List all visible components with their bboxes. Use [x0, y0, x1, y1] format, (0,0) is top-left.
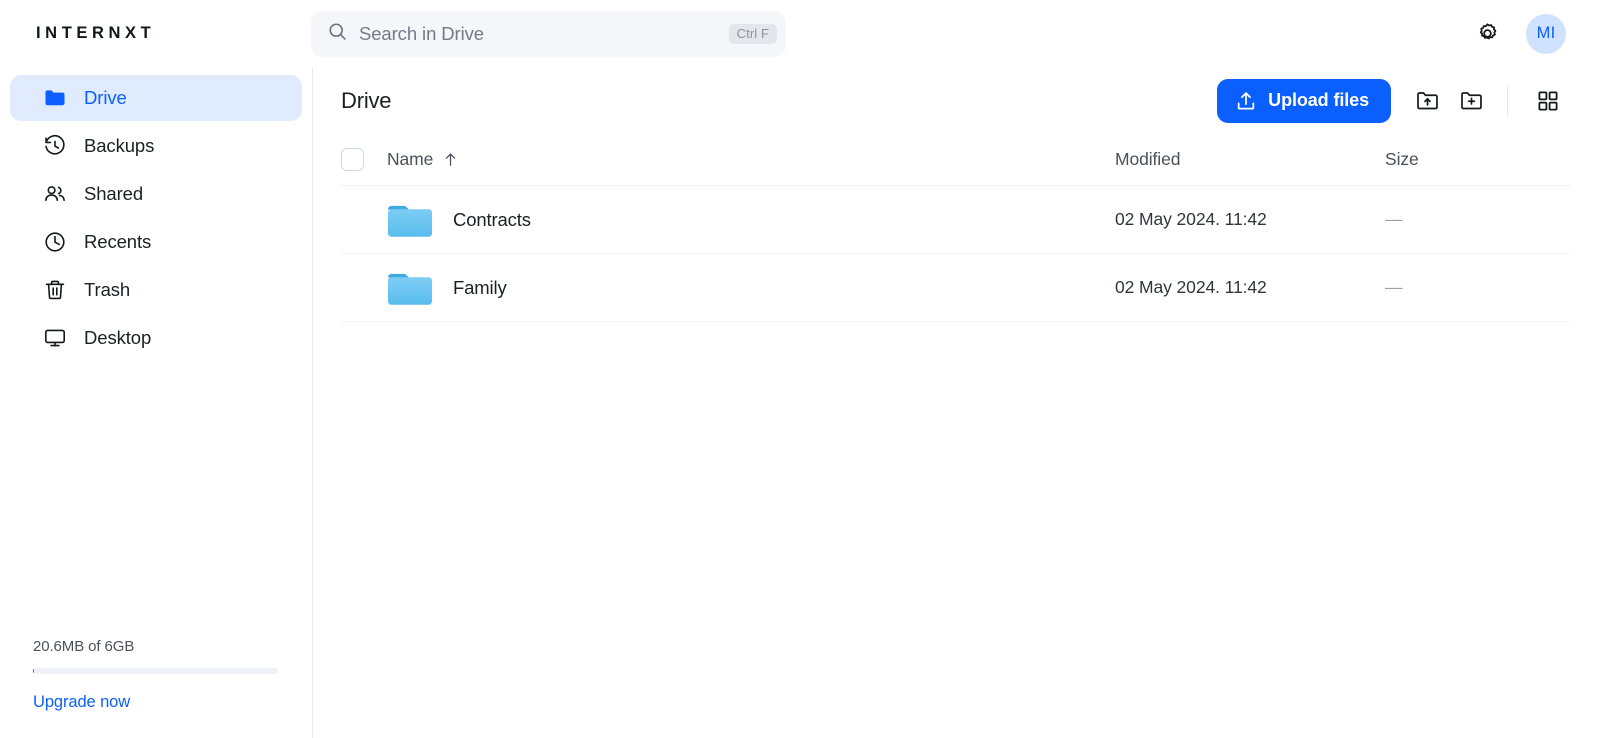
- row-size-cell: —: [1385, 209, 1570, 230]
- search-bar[interactable]: Search in Drive Ctrl F: [311, 10, 786, 57]
- sidebar-item-backups[interactable]: Backups: [10, 123, 302, 169]
- upload-files-button[interactable]: Upload files: [1217, 78, 1391, 123]
- monitor-icon: [42, 325, 68, 351]
- column-header-name-label: Name: [387, 149, 434, 169]
- top-bar: INTERNXT Search in Drive Ctrl F MI: [0, 0, 1600, 67]
- arrow-up-icon: [442, 151, 459, 168]
- toolbar-divider: [1507, 85, 1508, 116]
- users-icon: [42, 181, 68, 207]
- column-header-size[interactable]: Size: [1385, 149, 1570, 170]
- sidebar-item-trash[interactable]: Trash: [10, 267, 302, 313]
- row-modified-label: 02 May 2024. 11:42: [1115, 277, 1267, 297]
- folder-icon: [42, 85, 68, 111]
- folder-icon: [387, 200, 433, 240]
- grid-view-toggle[interactable]: [1526, 79, 1570, 123]
- search-placeholder: Search in Drive: [359, 22, 484, 44]
- main-header: Drive Upload files: [313, 67, 1600, 134]
- top-bar-actions: MI: [1475, 13, 1600, 54]
- row-size-cell: —: [1385, 277, 1570, 298]
- main-toolbar: Upload files: [1217, 78, 1570, 123]
- trash-icon: [42, 277, 68, 303]
- sidebar-item-label: Trash: [84, 279, 131, 300]
- page-title: Drive: [341, 87, 392, 113]
- select-all-checkbox[interactable]: [341, 148, 364, 171]
- search-shortcut-badge: Ctrl F: [728, 23, 777, 44]
- search-icon: [327, 21, 348, 47]
- clock-arrow-icon: [42, 133, 68, 159]
- row-size-label: —: [1385, 209, 1403, 229]
- sidebar-item-label: Desktop: [84, 327, 152, 348]
- row-name-cell: Family: [387, 268, 1115, 308]
- row-modified-label: 02 May 2024. 11:42: [1115, 209, 1267, 229]
- upload-folder-button[interactable]: [1405, 79, 1449, 123]
- row-size-label: —: [1385, 277, 1403, 297]
- gear-icon[interactable]: [1475, 21, 1500, 46]
- upload-files-label: Upload files: [1268, 90, 1369, 110]
- row-name-cell: Contracts: [387, 200, 1115, 240]
- avatar[interactable]: MI: [1526, 13, 1566, 54]
- storage-progress-bar: [33, 668, 278, 674]
- brand-logo[interactable]: INTERNXT: [0, 24, 313, 43]
- upgrade-now-link[interactable]: Upgrade now: [33, 693, 302, 712]
- sidebar-item-shared[interactable]: Shared: [10, 171, 302, 217]
- clock-icon: [42, 229, 68, 255]
- folder-upload-icon: [1415, 88, 1440, 113]
- sidebar-nav: Drive Backups Shared Recents Trash Deskt…: [10, 75, 302, 361]
- sidebar-item-label: Backups: [84, 135, 155, 156]
- row-modified-cell: 02 May 2024. 11:42: [1115, 277, 1385, 298]
- row-modified-cell: 02 May 2024. 11:42: [1115, 209, 1385, 230]
- row-name-label: Contracts: [453, 208, 531, 230]
- column-header-modified-label: Modified: [1115, 149, 1181, 169]
- storage-section: 20.6MB of 6GB Upgrade now: [10, 638, 302, 738]
- sidebar-item-drive[interactable]: Drive: [10, 75, 302, 121]
- sidebar-item-label: Shared: [84, 183, 144, 204]
- column-header-modified[interactable]: Modified: [1115, 149, 1385, 170]
- sidebar: Drive Backups Shared Recents Trash Deskt…: [0, 67, 313, 738]
- grid-view-icon: [1536, 89, 1560, 113]
- table-row[interactable]: Family 02 May 2024. 11:42 —: [341, 254, 1570, 322]
- sidebar-item-recents[interactable]: Recents: [10, 219, 302, 265]
- sidebar-item-label: Recents: [84, 231, 152, 252]
- internxt-drive-window: INTERNXT Search in Drive Ctrl F MI Drive…: [0, 0, 1600, 738]
- select-all-cell: [341, 148, 387, 171]
- storage-usage-text: 20.6MB of 6GB: [33, 638, 135, 655]
- upload-icon: [1235, 90, 1257, 112]
- table-row[interactable]: Contracts 02 May 2024. 11:42 —: [341, 186, 1570, 254]
- row-name-label: Family: [453, 276, 507, 298]
- main-content: Drive Upload files Name Modified Size Co…: [313, 67, 1600, 738]
- file-table: Name Modified Size Contracts 02 May 2024…: [313, 134, 1600, 322]
- table-header-row: Name Modified Size: [341, 134, 1570, 186]
- sidebar-item-desktop[interactable]: Desktop: [10, 315, 302, 361]
- folder-plus-icon: [1459, 88, 1484, 113]
- column-header-size-label: Size: [1385, 149, 1419, 169]
- column-header-name[interactable]: Name: [387, 149, 1115, 170]
- folder-icon: [387, 268, 433, 308]
- search-input[interactable]: Search in Drive Ctrl F: [311, 10, 786, 57]
- new-folder-button[interactable]: [1449, 79, 1493, 123]
- storage-progress-fill: [33, 668, 34, 674]
- app-body: Drive Backups Shared Recents Trash Deskt…: [0, 67, 1600, 738]
- sidebar-item-label: Drive: [84, 87, 127, 108]
